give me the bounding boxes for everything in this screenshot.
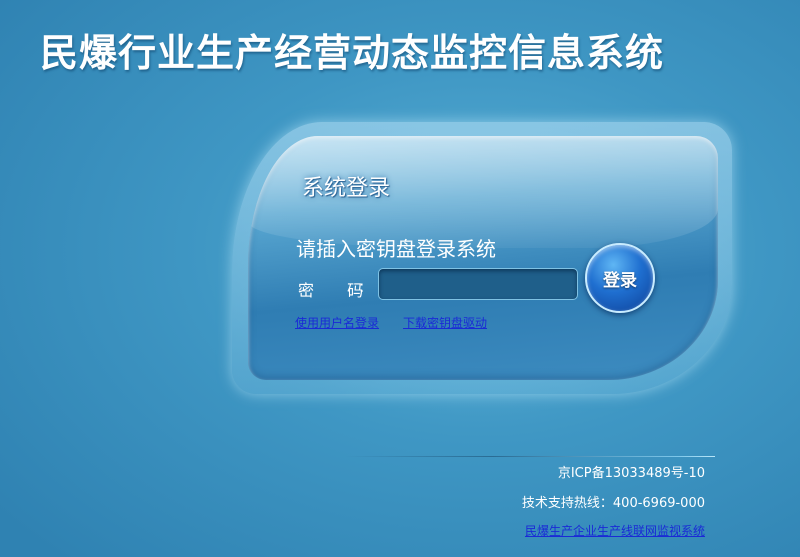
- footer-hotline: 技术支持热线：400-6969-000: [521, 496, 705, 511]
- password-input[interactable]: [378, 268, 578, 300]
- footer-icp: 京ICP备13033489号-10: [557, 466, 705, 481]
- login-instruction: 请插入密钥盘登录系统: [296, 237, 496, 261]
- password-label: 密 码: [298, 281, 378, 300]
- login-button[interactable]: 登录: [585, 243, 655, 313]
- monitoring-system-link[interactable]: 民爆生产企业生产线联网监视系统: [525, 522, 705, 539]
- login-heading: 系统登录: [302, 176, 391, 201]
- username-login-link[interactable]: 使用用户名登录: [295, 314, 379, 331]
- page-title: 民爆行业生产经营动态监控信息系统: [40, 30, 665, 75]
- download-driver-link[interactable]: 下载密钥盘驱动: [403, 314, 487, 331]
- password-label-colon: :: [359, 277, 365, 296]
- footer-divider: [345, 456, 715, 457]
